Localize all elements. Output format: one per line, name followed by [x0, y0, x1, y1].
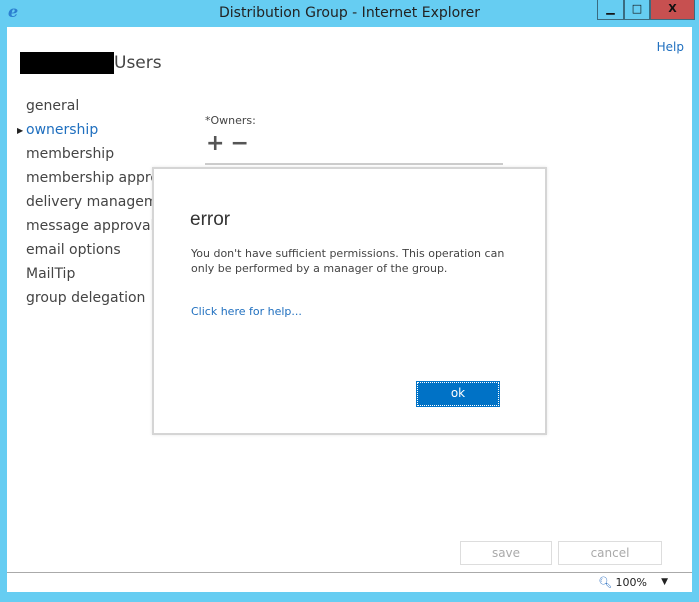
zoom-value: 100% [615, 576, 647, 589]
remove-owner-icon[interactable]: − [230, 131, 254, 156]
nav-item-membership-approval[interactable]: membership approval [26, 169, 154, 193]
add-owner-icon[interactable]: + [206, 131, 230, 156]
minimize-button[interactable]: ▁ [597, 0, 624, 20]
close-button[interactable]: X [650, 0, 695, 20]
nav-item-email-options[interactable]: email options [26, 241, 154, 265]
nav-item-delivery-management[interactable]: delivery management [26, 193, 154, 217]
redacted-name [20, 52, 114, 74]
zoom-dropdown-icon[interactable]: ▼ [661, 577, 668, 587]
window-title: Distribution Group - Internet Explorer [218, 5, 481, 21]
nav-item-general[interactable]: general [26, 97, 154, 121]
title-bar: e Distribution Group - Internet Explorer… [0, 0, 699, 27]
save-button[interactable]: save [460, 541, 552, 565]
page-title: Users [20, 52, 162, 74]
maximize-button[interactable]: □ [624, 0, 650, 20]
nav-item-ownership[interactable]: ownership [26, 121, 154, 145]
dialog-title: error [190, 209, 231, 230]
help-link-dialog[interactable]: Click here for help... [191, 305, 302, 318]
error-dialog: error You don't have sufficient permissi… [152, 167, 547, 435]
nav-item-group-delegation[interactable]: group delegation [26, 289, 154, 313]
cancel-button[interactable]: cancel [558, 541, 662, 565]
zoom-level[interactable]: 🔍︎ 100% [598, 576, 647, 589]
zoom-icon: 🔍︎ [598, 576, 613, 589]
owners-list [205, 163, 503, 165]
ok-button[interactable]: ok [416, 381, 500, 407]
dialog-message: You don't have sufficient permissions. T… [191, 247, 505, 275]
status-bar: 🔍︎ 100% ▼ [7, 572, 692, 592]
owners-label: *Owners: [205, 114, 256, 127]
page-title-text: Users [114, 53, 162, 73]
selected-arrow-icon: ▶ [17, 126, 24, 135]
nav-item-membership[interactable]: membership [26, 145, 154, 169]
nav-item-message-approval[interactable]: message approval [26, 217, 154, 241]
nav-item-mailtip[interactable]: MailTip [26, 265, 154, 289]
help-link[interactable]: Help [657, 40, 684, 54]
sidebar-nav: general ownership membership membership … [26, 97, 154, 313]
